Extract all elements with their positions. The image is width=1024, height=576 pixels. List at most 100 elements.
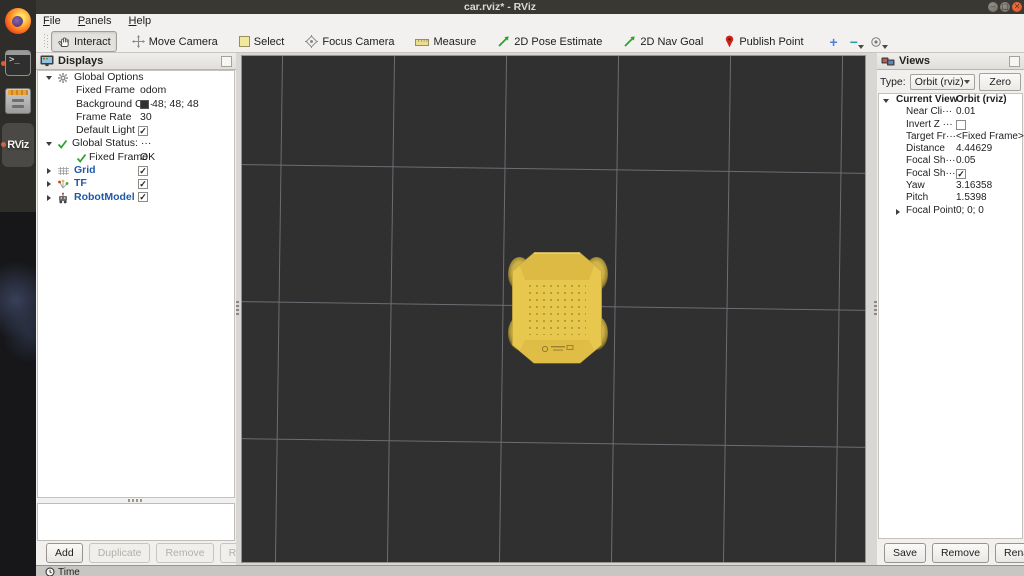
focus-camera-tool-button[interactable]: Focus Camera xyxy=(299,31,400,52)
display-row-frame-rate[interactable]: Frame Rate 30 xyxy=(38,111,234,124)
interact-label: Interact xyxy=(74,36,111,48)
row-value[interactable]: 0.05 xyxy=(956,155,975,167)
expander-open-icon[interactable] xyxy=(883,99,889,103)
row-value[interactable]: 1.5398 xyxy=(956,192,987,204)
view-type-select[interactable]: Orbit (rviz) xyxy=(910,74,976,90)
pose-estimate-tool-button[interactable]: 2D Pose Estimate xyxy=(491,31,608,52)
row-value[interactable]: 0; 0; 0 xyxy=(956,205,984,217)
view-row-near-clip[interactable]: Near Cli··· 0.01 xyxy=(879,106,1022,118)
maximize-button[interactable]: ▢ xyxy=(1000,2,1010,12)
close-button[interactable]: ✕ xyxy=(1012,2,1022,12)
tool-properties-button[interactable] xyxy=(867,32,885,51)
row-name: Global Options xyxy=(74,71,143,84)
view-row-pitch[interactable]: Pitch 1.5398 xyxy=(879,192,1022,204)
view-row-yaw[interactable]: Yaw 3.16358 xyxy=(879,180,1022,192)
row-value[interactable]: <Fixed Frame> xyxy=(956,131,1024,143)
expander-closed-icon[interactable] xyxy=(47,181,51,187)
measure-tool-button[interactable]: Measure xyxy=(409,31,482,52)
save-view-button[interactable]: Save xyxy=(884,543,926,563)
row-value[interactable]: 4.44629 xyxy=(956,143,992,155)
view-row-focal-shape-size[interactable]: Focal Sh··· 0.05 xyxy=(879,155,1022,167)
display-row-background-color[interactable]: Background C··· 48; 48; 48 xyxy=(38,98,234,111)
row-name: Yaw xyxy=(906,180,925,192)
rviz-dock-icon[interactable]: RViz xyxy=(2,123,34,167)
row-value: OK xyxy=(140,151,155,164)
rename-view-button[interactable]: Rename xyxy=(995,543,1024,563)
time-panel-title: Time xyxy=(58,567,80,576)
menu-panels[interactable]: Panels xyxy=(71,14,119,27)
duplicate-display-button[interactable]: Duplicate xyxy=(89,543,151,563)
monitor-icon xyxy=(40,55,54,67)
row-name: Target Fr··· xyxy=(906,131,956,143)
add-tool-button[interactable]: + xyxy=(827,32,841,51)
green-arrow-icon xyxy=(497,35,510,48)
3d-viewport[interactable] xyxy=(241,55,866,563)
expander-closed-icon[interactable] xyxy=(896,209,900,215)
menu-file[interactable]: File xyxy=(36,14,68,27)
display-row-default-light[interactable]: Default Light ✓ xyxy=(38,124,234,137)
nav-goal-tool-button[interactable]: 2D Nav Goal xyxy=(617,31,709,52)
expander-open-icon[interactable] xyxy=(46,142,52,146)
color-swatch[interactable] xyxy=(140,100,149,109)
firefox-icon[interactable] xyxy=(5,8,31,34)
chevron-down-icon xyxy=(882,45,888,49)
display-row-tf[interactable]: TF ✓ xyxy=(38,177,234,190)
focus-camera-label: Focus Camera xyxy=(322,36,394,48)
row-value: Orbit (rviz) xyxy=(956,94,1007,106)
view-row-focal-point[interactable]: Focal Point 0; 0; 0 xyxy=(879,205,1022,217)
checkbox[interactable]: ✓ xyxy=(138,166,148,176)
remove-tool-button[interactable]: − xyxy=(847,32,861,51)
view-row-focal-shape-fixed[interactable]: Focal Sh··· ✓ xyxy=(879,168,1022,180)
display-row-fixed-frame-status[interactable]: Fixed Frame OK xyxy=(38,151,234,164)
panel-float-button[interactable] xyxy=(1009,56,1020,67)
time-panel[interactable]: Time xyxy=(36,565,1024,576)
desktop-dock: >_ RViz xyxy=(0,0,36,576)
checkbox[interactable]: ✓ xyxy=(138,126,148,136)
publish-point-tool-button[interactable]: Publish Point xyxy=(718,31,809,52)
view-row-target-frame[interactable]: Target Fr··· <Fixed Frame> xyxy=(879,131,1022,143)
select-tool-button[interactable]: Select xyxy=(233,31,291,52)
display-row-robotmodel[interactable]: RobotModel ✓ xyxy=(38,191,234,204)
minimize-button[interactable]: – xyxy=(988,2,998,12)
panel-splitter-handle[interactable] xyxy=(128,499,144,502)
row-name: Distance xyxy=(906,143,945,155)
views-buttons: Save Remove Rename xyxy=(884,543,1024,563)
row-value[interactable]: 3.16358 xyxy=(956,180,992,192)
display-row-fixed-frame[interactable]: Fixed Frame odom xyxy=(38,84,234,97)
row-value[interactable]: odom xyxy=(140,84,166,97)
remove-view-button[interactable]: Remove xyxy=(932,543,989,563)
view-row-distance[interactable]: Distance 4.44629 xyxy=(879,143,1022,155)
panel-float-button[interactable] xyxy=(221,56,232,67)
interact-tool-button[interactable]: Interact xyxy=(51,31,117,52)
zero-button[interactable]: Zero xyxy=(979,73,1021,91)
checkbox[interactable] xyxy=(956,120,966,130)
view-row-invert-z[interactable]: Invert Z ··· xyxy=(879,119,1022,131)
row-value[interactable]: 48; 48; 48 xyxy=(152,98,199,111)
window-titlebar[interactable]: car.rviz* - RViz – ▢ ✕ xyxy=(36,0,1024,14)
expander-closed-icon[interactable] xyxy=(47,168,51,174)
left-splitter-handle[interactable] xyxy=(236,301,239,315)
views-icon xyxy=(881,56,895,67)
focus-crosshair-icon xyxy=(305,35,318,48)
display-row-global-status[interactable]: Global Status: ··· xyxy=(38,137,234,150)
checkbox[interactable]: ✓ xyxy=(138,179,148,189)
robot-car-model xyxy=(508,253,608,363)
expander-open-icon[interactable] xyxy=(46,76,52,80)
archive-manager-icon[interactable] xyxy=(5,88,31,114)
type-label: Type: xyxy=(880,76,906,88)
terminal-icon[interactable]: >_ xyxy=(5,50,31,76)
expander-closed-icon[interactable] xyxy=(47,195,51,201)
checkbox[interactable]: ✓ xyxy=(138,192,148,202)
remove-display-button[interactable]: Remove xyxy=(156,543,213,563)
toolbar-drag-handle[interactable] xyxy=(44,34,48,49)
display-row-grid[interactable]: Grid ✓ xyxy=(38,164,234,177)
row-value[interactable]: 0.01 xyxy=(956,106,975,118)
row-name: RobotModel xyxy=(74,191,135,204)
checkbox[interactable]: ✓ xyxy=(956,169,966,179)
view-row-current-view[interactable]: Current View Orbit (rviz) xyxy=(879,94,1022,106)
row-value[interactable]: 30 xyxy=(140,111,152,124)
display-row-global-options[interactable]: Global Options xyxy=(38,71,234,84)
move-camera-tool-button[interactable]: Move Camera xyxy=(126,31,224,52)
add-display-button[interactable]: Add xyxy=(46,543,83,563)
menu-help[interactable]: Help xyxy=(122,14,159,27)
